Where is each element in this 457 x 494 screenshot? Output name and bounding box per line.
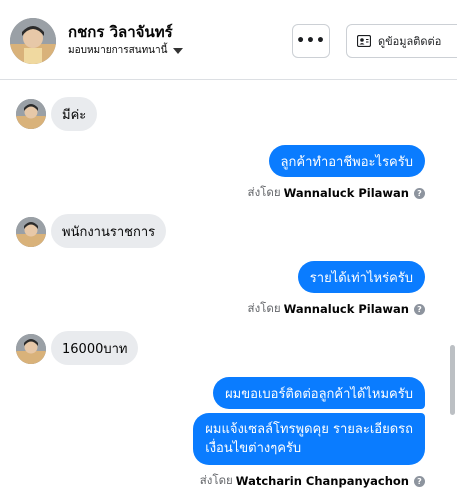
profile-photo-icon xyxy=(10,18,56,64)
message-line: เงื่อนไขต่างๆครับ xyxy=(205,441,302,456)
sender-name: Watcharin Chanpanyachon xyxy=(235,474,409,488)
sent-by-label: ส่งโดย Wannaluck Pilawan ? xyxy=(248,184,425,202)
message-thread: มีค่ะ ลูกค้าทำอาชีพอะไรครับ ส่งโดย Wanna… xyxy=(0,81,457,494)
sender-avatar[interactable] xyxy=(16,99,46,129)
sender-avatar[interactable] xyxy=(16,217,46,247)
incoming-message: พนักงานราชการ xyxy=(51,214,167,248)
sent-by-label: ส่งโดย Wannaluck Pilawan ? xyxy=(248,300,425,318)
profile-photo-icon xyxy=(16,334,46,364)
view-contact-label: ดูข้อมูลติดต่อ xyxy=(378,35,442,48)
more-options-button[interactable]: ••• xyxy=(292,24,330,58)
sent-by-prefix: ส่งโดย xyxy=(199,473,233,487)
sender-name: Wannaluck Pilawan xyxy=(283,186,409,200)
sender-name: Wannaluck Pilawan xyxy=(283,302,409,316)
contact-card-icon xyxy=(357,35,371,47)
message-line: ผมแจ้งเซลล์โทรพูดคุย รายละเอียดรถ xyxy=(205,422,413,437)
assign-label: มอบหมายการสนทนานี้ xyxy=(68,45,168,56)
help-icon[interactable]: ? xyxy=(414,187,425,199)
assign-conversation-dropdown[interactable]: มอบหมายการสนทนานี้ xyxy=(68,43,184,58)
outgoing-message: ลูกค้าทำอาชีพอะไรครับ xyxy=(268,145,425,177)
conversation-header: กชกร วิลาจันทร์ มอบหมายการสนทนานี้ ••• ด… xyxy=(0,0,457,80)
incoming-message: มีค่ะ xyxy=(51,97,98,131)
sent-by-prefix: ส่งโดย xyxy=(247,185,281,199)
view-contact-button[interactable]: ดูข้อมูลติดต่อ xyxy=(346,24,457,58)
outgoing-message: รายได้เท่าไหร่ครับ xyxy=(297,261,425,293)
thread-scrollbar[interactable] xyxy=(450,345,455,415)
profile-photo-icon xyxy=(16,217,46,247)
profile-photo-icon xyxy=(16,99,46,129)
help-icon[interactable]: ? xyxy=(414,475,425,487)
caret-down-icon xyxy=(173,47,184,54)
sent-by-prefix: ส่งโดย xyxy=(247,301,281,315)
contact-avatar[interactable] xyxy=(10,18,56,64)
help-icon[interactable]: ? xyxy=(414,303,425,315)
outgoing-message: ผมขอเบอร์ติดต่อลูกค้าได้ไหมครับ xyxy=(213,377,425,409)
outgoing-message: ผมแจ้งเซลล์โทรพูดคุย รายละเอียดรถ เงื่อน… xyxy=(193,413,425,465)
incoming-message: 16000บาท xyxy=(51,331,139,365)
contact-name[interactable]: กชกร วิลาจันทร์ xyxy=(68,20,173,44)
sent-by-label: ส่งโดย Watcharin Chanpanyachon ? xyxy=(200,472,425,490)
sender-avatar[interactable] xyxy=(16,334,46,364)
